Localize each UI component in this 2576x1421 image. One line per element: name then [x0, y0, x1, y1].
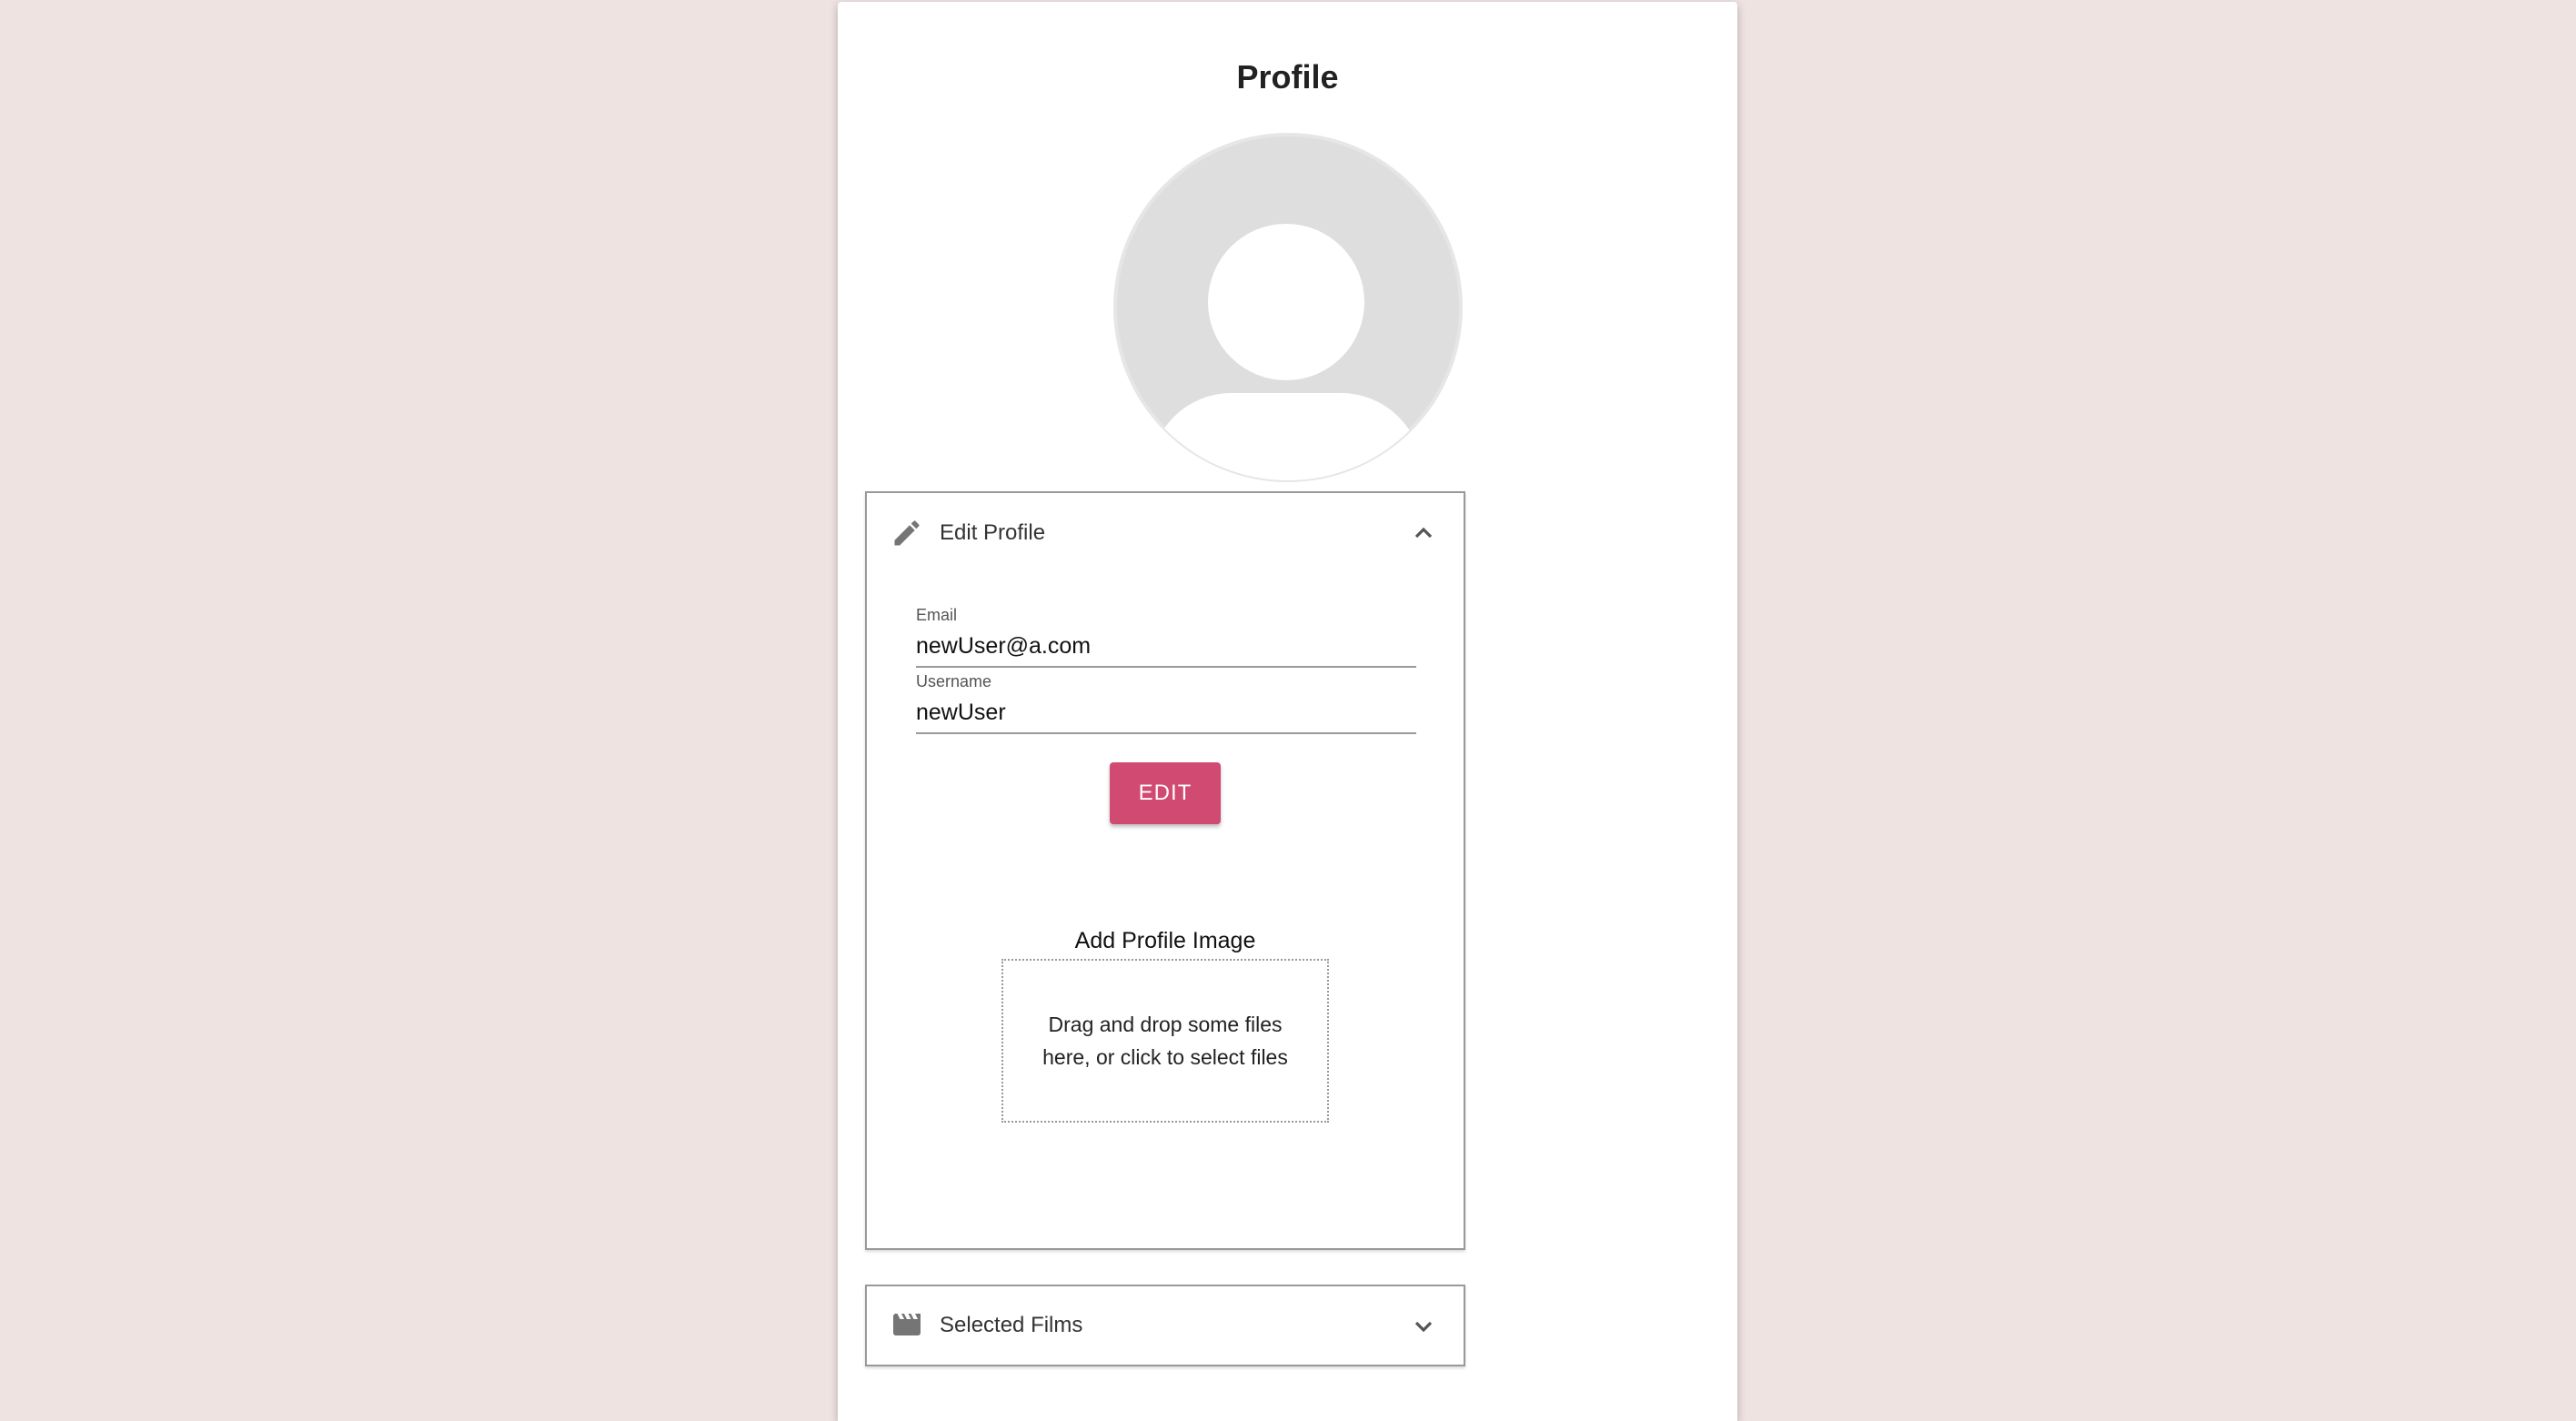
- edit-button[interactable]: EDIT: [1110, 762, 1221, 824]
- page-title: Profile: [1236, 58, 1339, 96]
- username-field: Username: [916, 672, 1416, 734]
- email-input[interactable]: [916, 631, 1416, 660]
- pencil-icon: [891, 517, 923, 549]
- file-dropzone[interactable]: Drag and drop some files here, or click …: [1001, 959, 1329, 1123]
- email-field: Email: [916, 606, 1416, 668]
- edit-profile-header[interactable]: Edit Profile: [867, 493, 1464, 569]
- selected-films-label: Selected Films: [940, 1313, 1083, 1337]
- avatar: [1113, 133, 1463, 482]
- profile-card: Profile Edit Profile Email newUser@a.com…: [838, 2, 1737, 1421]
- chevron-up-icon[interactable]: [1409, 519, 1438, 548]
- chevron-down-icon[interactable]: [1409, 1312, 1438, 1341]
- movie-clapper-icon: [891, 1308, 923, 1341]
- username-label: Username: [916, 672, 992, 690]
- edit-profile-label: Edit Profile: [940, 520, 1046, 545]
- default-avatar-icon: [1113, 133, 1463, 482]
- add-profile-image-title: Add Profile Image: [1074, 928, 1256, 953]
- selected-films-header[interactable]: Selected Films: [867, 1286, 1464, 1365]
- username-input[interactable]: [916, 698, 1416, 727]
- email-label: Email: [916, 606, 958, 624]
- edit-profile-panel: Edit Profile Email Username EDIT Add Pro…: [865, 491, 1465, 1250]
- selected-films-panel: Selected Films: [865, 1285, 1465, 1366]
- dropzone-text: Drag and drop some files here, or click …: [1042, 1013, 1288, 1069]
